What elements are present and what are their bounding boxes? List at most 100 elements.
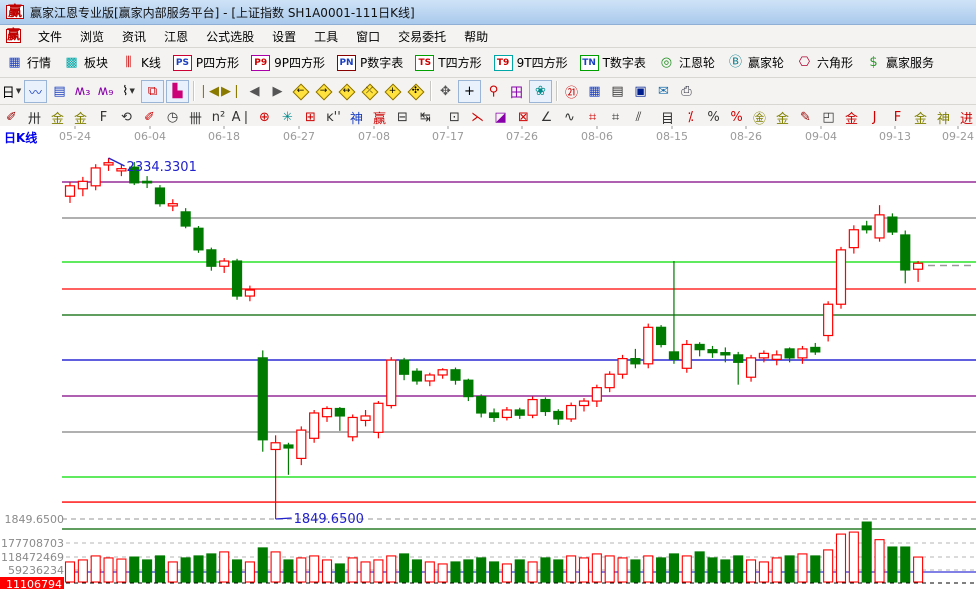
box-tool[interactable]: ⊡ [444,107,465,128]
fan-tool[interactable]: ⋋ [467,107,488,128]
candle-body [477,397,486,413]
report-tool[interactable]: ▤ [49,81,70,102]
gold-circle-tool[interactable]: ㊎ [749,107,770,128]
prev-page-button[interactable]: ◀ [244,81,265,102]
calculator-button[interactable]: ▦ [584,81,605,102]
candle-body [220,261,229,266]
gann-shape-tool[interactable]: 田 [506,81,527,102]
ying-tool[interactable]: 赢 [369,107,390,128]
zoom-out-diamond[interactable]: ← [290,81,311,102]
winner-service-button[interactable]: $赢家服务 [859,52,940,73]
t-number-table-button[interactable]: TNT数字表 [574,52,652,73]
gann-list-tool[interactable]: 目 [657,107,678,128]
remote-computer-button[interactable]: ⎙ [676,81,697,102]
next-page-button[interactable]: ▶ [267,81,288,102]
slant-lines-tool[interactable]: ⫽ [628,107,649,128]
menu-item-设置[interactable]: 设置 [263,28,305,46]
menu-item-文件[interactable]: 文件 [29,28,71,46]
plus-diamond[interactable]: + [382,81,403,102]
j-angle-tool[interactable]: J [864,107,885,128]
menu-item-浏览[interactable]: 浏览 [71,28,113,46]
candle-body [451,370,460,380]
hexagon-button[interactable]: ⎔六角形 [790,52,859,73]
t-square-button[interactable]: TST四方形 [409,52,487,73]
gold-line-red-tool[interactable]: 金 [841,107,862,128]
zigzag-tool[interactable]: 〰 [24,80,47,103]
wave3-tool[interactable]: ʍ₃ [72,81,93,102]
angle-lines-tool[interactable]: ∠ [536,107,557,128]
n-square-tool[interactable]: n² [208,107,229,128]
spiral-tool[interactable]: ⟲ [116,107,137,128]
wave-box-tool[interactable]: ◰ [818,107,839,128]
gold-angle-tool[interactable]: 金 [910,107,931,128]
menu-item-资讯[interactable]: 资讯 [113,28,155,46]
width-arrows-tool[interactable]: ↹ [415,107,436,128]
shen-tool[interactable]: 神 [346,107,367,128]
candle-size-dropdown[interactable]: ⌇▼ [118,81,139,102]
clock-cycle-tool[interactable]: ◷ [162,107,183,128]
shen-angle-tool[interactable]: 神 [933,107,954,128]
nine-p-square-button[interactable]: P99P四方形 [245,52,331,73]
volume-profile-tool[interactable]: ▙ [166,80,189,103]
kline-button[interactable]: ⫼K线 [114,52,167,73]
comb2-tool[interactable]: 卌 [185,107,206,128]
p-number-table-button[interactable]: PNP数字表 [331,52,409,73]
percent-tool[interactable]: % [703,107,724,128]
starburst-tool[interactable]: ✳ [277,107,298,128]
zigzag-v-tool[interactable]: ∿ [559,107,580,128]
menu-item-交易委托[interactable]: 交易委托 [389,28,455,46]
grid-red-tool[interactable]: ⌗ [582,107,603,128]
wave9-tool[interactable]: ʍ₉ [95,81,116,102]
kline-chart-svg[interactable]: 05-2406-0406-1806-2707-0807-1707-2608-06… [0,126,976,589]
candle-pencil-tool[interactable]: ✎ [795,107,816,128]
comb-ruler-tool[interactable]: 卅 [24,107,45,128]
grid-dark-tool[interactable]: ⌗ [605,107,626,128]
pencil-knife-tool[interactable]: ✐ [1,107,22,128]
gold-lines-tool[interactable]: 金 [772,107,793,128]
flower-tool[interactable]: ❀ [529,80,552,103]
notes-button[interactable]: ▤ [607,81,628,102]
red-knife-tool[interactable]: ✐ [139,107,160,128]
crosshair-tool[interactable]: + [458,80,481,103]
gold-ruler2-tool[interactable]: 金 [70,107,91,128]
a-line-tool[interactable]: A❘ [231,107,252,128]
menu-item-帮助[interactable]: 帮助 [455,28,497,46]
date-tick-label: 08-26 [730,130,762,143]
send-mail-button[interactable]: ✉ [653,81,674,102]
save-button[interactable]: ▣ [630,81,651,102]
gann-wheel-button[interactable]: ◎江恩轮 [652,52,721,73]
fan-grid-tool[interactable]: ⊠ [513,107,534,128]
f-ruler-tool[interactable]: F [93,107,114,128]
percent-line-tool[interactable]: % [726,107,747,128]
quotes-button[interactable]: ▦行情 [0,52,57,73]
measure-tool[interactable]: ⚲ [483,81,504,102]
kline-chart-area[interactable]: 05-2406-0406-1806-2707-0807-1707-2608-06… [0,126,976,589]
star-diamond[interactable]: ✣ [405,81,426,102]
menu-item-江恩[interactable]: 江恩 [155,28,197,46]
menu-item-公式选股[interactable]: 公式选股 [197,28,263,46]
fan-box-tool[interactable]: ◪ [490,107,511,128]
menu-item-窗口[interactable]: 窗口 [347,28,389,46]
grid-target-tool[interactable]: ⊞ [300,107,321,128]
k-mark-tool[interactable]: ĸ'' [323,107,344,128]
menu-item-工具[interactable]: 工具 [305,28,347,46]
circle-cross-tool[interactable]: ⊕ [254,107,275,128]
winner-wheel-button[interactable]: Ⓑ赢家轮 [721,52,790,73]
hand-tool[interactable]: ✥ [435,81,456,102]
candle-style-dropdown[interactable]: 日▼ [1,81,22,102]
last-page-button[interactable]: ▶❘ [221,81,242,102]
f-angle-tool[interactable]: F [887,107,908,128]
gold-ruler-tool[interactable]: 金 [47,107,68,128]
calendar-21-button[interactable]: ㉑ [561,81,582,102]
expand-diamond[interactable]: ↔ [336,81,357,102]
grid-123-tool[interactable]: ⊟ [392,107,413,128]
percent-slant-tool[interactable]: ⁒ [680,107,701,128]
jin-angle-tool[interactable]: 进 [956,107,976,128]
cross-diamond[interactable]: ⤫ [359,81,380,102]
zoom-in-diamond[interactable]: → [313,81,334,102]
first-page-button[interactable]: ❘◀ [198,81,219,102]
map-tool[interactable]: ⧉ [141,80,164,103]
nine-t-square-button[interactable]: T99T四方形 [488,52,574,73]
p-square-button[interactable]: PSP四方形 [167,52,245,73]
sectors-button[interactable]: ▩板块 [57,52,114,73]
